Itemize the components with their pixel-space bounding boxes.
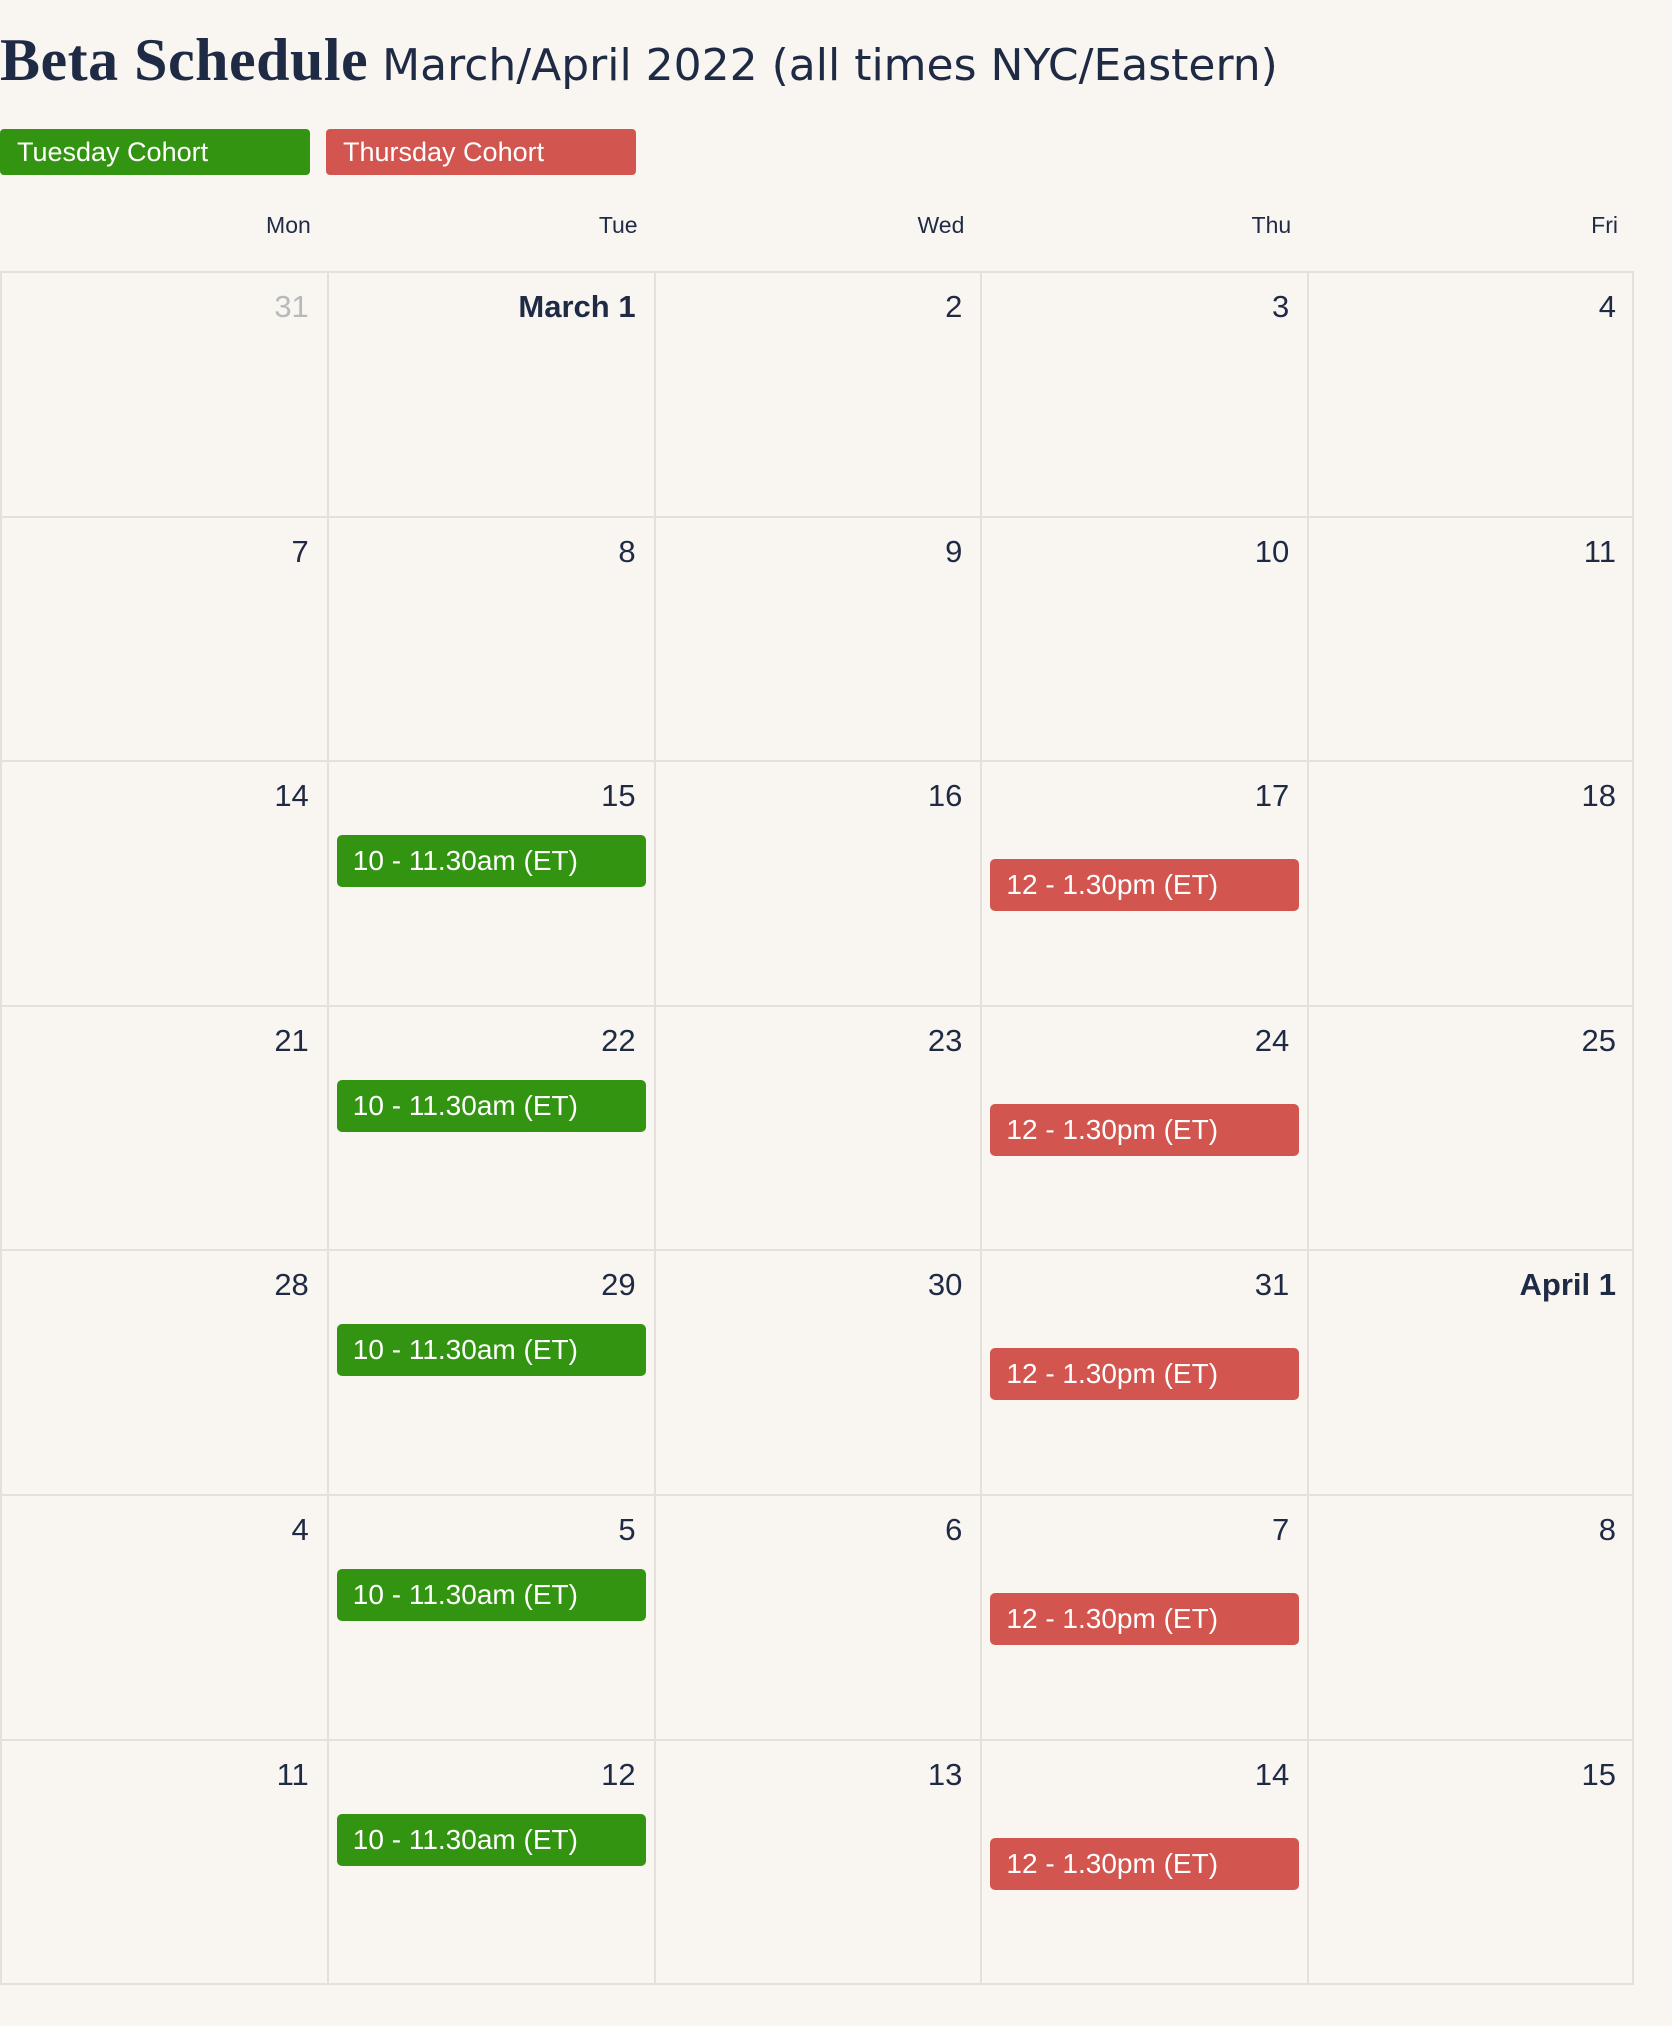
day-cell[interactable]: 18 [1307, 760, 1634, 1005]
day-cell[interactable]: 31 12 - 1.30pm (ET) [980, 1249, 1308, 1494]
day-cell[interactable]: 11 [1307, 515, 1634, 761]
day-cell[interactable]: 7 [0, 515, 327, 761]
day-cell[interactable]: 29 10 - 11.30am (ET) [326, 1249, 654, 1494]
day-number: 18 [1581, 778, 1616, 814]
day-cell[interactable]: 4 [0, 1494, 327, 1739]
day-cell[interactable]: 30 [653, 1249, 981, 1494]
day-number: 15 [1581, 1756, 1616, 1792]
day-cell[interactable]: 22 10 - 11.30am (ET) [326, 1004, 654, 1250]
day-number: 15 [601, 778, 636, 814]
event-thursday-cohort[interactable]: 12 - 1.30pm (ET) [990, 1593, 1300, 1645]
day-number: 21 [274, 1022, 309, 1058]
day-cell[interactable]: 2 [653, 271, 981, 516]
day-cell[interactable]: 8 [326, 515, 654, 761]
day-number: 11 [276, 1756, 309, 1792]
page-title: Beta Schedule March/April 2022 (all times… [0, 30, 1278, 90]
day-cell[interactable]: 7 12 - 1.30pm (ET) [980, 1494, 1308, 1739]
day-cell[interactable]: 15 10 - 11.30am (ET) [326, 760, 654, 1005]
day-cell[interactable]: 31 [0, 271, 327, 516]
day-cell[interactable]: 21 [0, 1004, 327, 1250]
calendar-grid: 31 March 1 2 3 4 7 8 9 10 11 14 15 10 - 11.30am (ET)… [0, 271, 1634, 1985]
day-number: 28 [274, 1267, 309, 1303]
weekday-tue: Tue [598, 212, 638, 238]
day-cell[interactable]: 5 10 - 11.30am (ET) [326, 1494, 654, 1739]
weekday-wed: Wed [917, 212, 965, 238]
schedule-subtitle: March/April 2022 (all times NYC/Eastern) [382, 40, 1278, 91]
day-cell[interactable]: 13 [653, 1738, 981, 1984]
day-cell[interactable]: March 1 [326, 271, 654, 516]
day-number: 17 [1254, 778, 1290, 814]
day-number: April 1 [1519, 1267, 1616, 1303]
day-cell[interactable]: 8 [1307, 1494, 1634, 1739]
day-cell[interactable]: 3 [980, 271, 1308, 516]
day-number: 22 [601, 1022, 636, 1058]
event-tuesday-cohort[interactable]: 10 - 11.30am (ET) [336, 1324, 646, 1377]
event-tuesday-cohort[interactable]: 10 - 11.30am (ET) [336, 1813, 646, 1866]
day-number: 2 [945, 289, 963, 324]
day-number: 8 [1598, 1512, 1616, 1547]
event-thursday-cohort[interactable]: 12 - 1.30pm (ET) [990, 1103, 1300, 1156]
day-cell[interactable]: 14 12 - 1.30pm (ET) [980, 1738, 1308, 1984]
day-number: 24 [1254, 1022, 1290, 1058]
day-number: 13 [927, 1756, 963, 1792]
event-thursday-cohort[interactable]: 12 - 1.30pm (ET) [990, 1348, 1300, 1401]
day-number: 30 [927, 1267, 963, 1303]
day-number: 8 [618, 533, 636, 569]
day-cell[interactable]: 28 [0, 1249, 327, 1494]
legend-thursday-cohort[interactable]: Thursday Cohort [326, 129, 636, 175]
event-thursday-cohort[interactable]: 12 - 1.30pm (ET) [990, 1837, 1300, 1890]
day-cell[interactable]: 10 [980, 515, 1308, 761]
legend-tuesday-cohort[interactable]: Tuesday Cohort [0, 129, 310, 175]
weekday-thu: Thu [1251, 212, 1292, 238]
day-cell[interactable]: 17 12 - 1.30pm (ET) [980, 760, 1308, 1005]
event-tuesday-cohort[interactable]: 10 - 11.30am (ET) [336, 1569, 646, 1621]
day-number: 23 [927, 1022, 963, 1058]
day-number: 31 [274, 289, 309, 324]
day-number: 14 [274, 778, 309, 814]
day-cell[interactable]: 23 [653, 1004, 981, 1250]
day-cell[interactable]: 6 [653, 1494, 981, 1739]
day-number: 6 [945, 1512, 963, 1547]
day-number: 4 [1598, 289, 1616, 324]
weekday-mon: Mon [266, 212, 311, 238]
day-number: 7 [1271, 1512, 1290, 1547]
day-cell[interactable]: 24 12 - 1.30pm (ET) [980, 1004, 1308, 1250]
day-cell[interactable]: 11 [0, 1738, 327, 1984]
day-number: 11 [1583, 533, 1616, 569]
event-tuesday-cohort[interactable]: 10 - 11.30am (ET) [336, 835, 646, 888]
day-cell[interactable]: 4 [1307, 271, 1634, 516]
day-number: 31 [1254, 1267, 1290, 1303]
day-cell[interactable]: 25 [1307, 1004, 1634, 1250]
day-number: 14 [1254, 1756, 1290, 1792]
day-number: 9 [945, 533, 963, 569]
day-number: March 1 [518, 289, 636, 324]
day-number: 7 [291, 533, 309, 569]
schedule-title: Beta Schedule [0, 27, 369, 93]
event-thursday-cohort[interactable]: 12 - 1.30pm (ET) [990, 859, 1300, 912]
day-cell[interactable]: April 1 [1307, 1249, 1634, 1494]
day-cell[interactable]: 15 [1307, 1738, 1634, 1984]
day-cell[interactable]: 16 [653, 760, 981, 1005]
day-number: 29 [601, 1267, 636, 1303]
day-number: 3 [1271, 289, 1290, 324]
day-number: 4 [291, 1512, 309, 1547]
day-number: 25 [1581, 1022, 1616, 1058]
weekday-fri: Fri [1591, 212, 1618, 238]
day-cell[interactable]: 12 10 - 11.30am (ET) [326, 1738, 654, 1984]
day-number: 5 [618, 1512, 636, 1547]
day-number: 10 [1254, 533, 1290, 569]
day-number: 12 [601, 1756, 636, 1792]
day-cell[interactable]: 14 [0, 760, 327, 1005]
day-number: 16 [927, 778, 963, 814]
event-tuesday-cohort[interactable]: 10 - 11.30am (ET) [336, 1079, 646, 1132]
day-cell[interactable]: 9 [653, 515, 981, 761]
